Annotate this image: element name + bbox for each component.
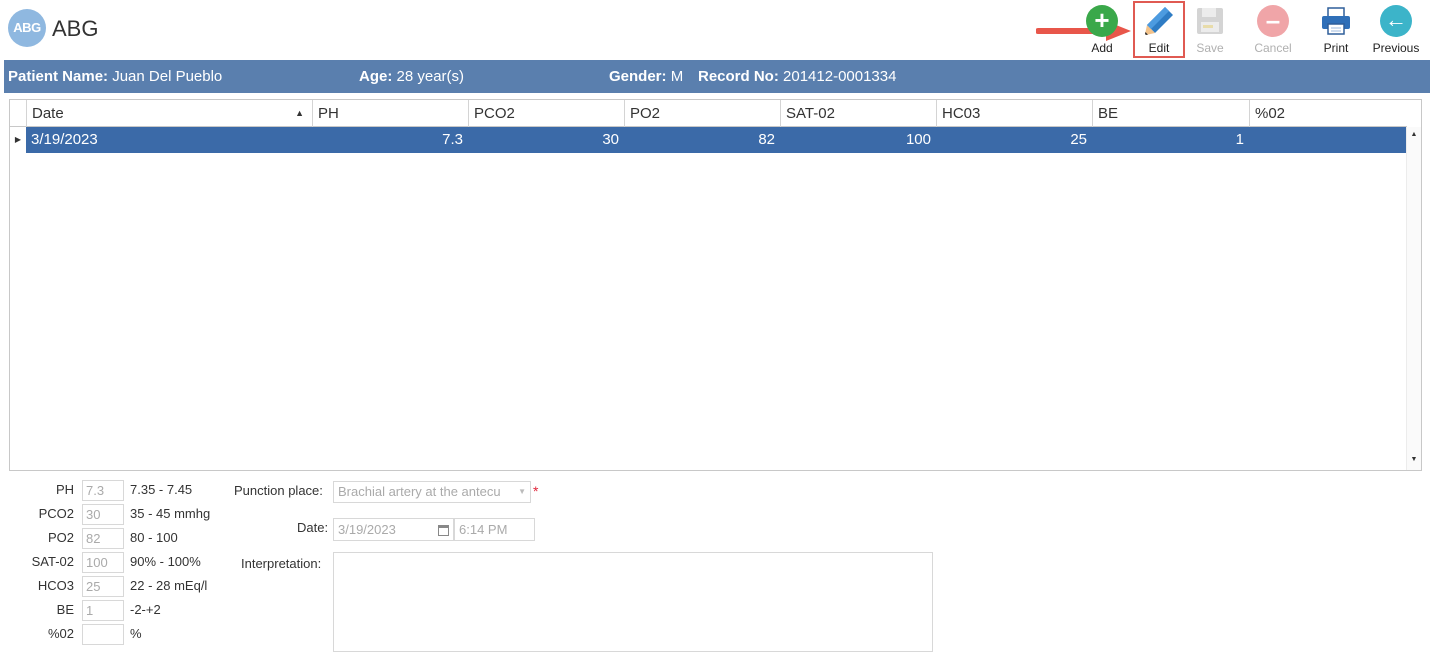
lab-row-ph: PH 7.3 7.35 - 7.45 bbox=[4, 479, 224, 501]
punction-place-value: Brachial artery at the antecu bbox=[338, 484, 501, 499]
patient-info-bar: Patient Name: Juan Del Pueblo Age: 28 ye… bbox=[4, 60, 1430, 93]
punction-place-select[interactable]: Brachial artery at the antecu ▼ bbox=[333, 481, 531, 503]
date-field[interactable]: 3/19/2023 bbox=[333, 518, 454, 541]
interpretation-label: Interpretation: bbox=[241, 556, 322, 571]
arrow-left-icon: ← bbox=[1380, 5, 1412, 37]
hco3-input[interactable]: 25 bbox=[82, 576, 124, 597]
lab-label: PCO2 bbox=[38, 506, 74, 521]
lab-row-hco3: HCO3 25 22 - 28 mEq/l bbox=[4, 575, 224, 597]
be-input[interactable]: 1 bbox=[82, 600, 124, 621]
row-indicator-icon: ▶ bbox=[14, 135, 22, 144]
lab-range: 80 - 100 bbox=[130, 530, 178, 545]
edit-button-label: Edit bbox=[1148, 41, 1170, 55]
column-header-be[interactable]: BE bbox=[1092, 100, 1249, 127]
column-header-ph[interactable]: PH bbox=[312, 100, 468, 127]
cell-pco2: 30 bbox=[602, 131, 619, 148]
patient-age-label: Age: bbox=[359, 68, 393, 85]
print-button-label: Print bbox=[1323, 41, 1349, 55]
previous-button[interactable]: ← Previous bbox=[1368, 3, 1424, 57]
chevron-down-icon: ▼ bbox=[518, 487, 526, 496]
column-header-date[interactable]: Date ▲ bbox=[26, 100, 312, 127]
patient-age: Age: 28 year(s) bbox=[359, 68, 464, 85]
cancel-button[interactable]: – Cancel bbox=[1245, 3, 1301, 57]
ph-input[interactable]: 7.3 bbox=[82, 480, 124, 501]
patient-gender: Gender: M bbox=[609, 68, 683, 85]
selected-row[interactable]: 3/19/2023 7.3 30 82 100 25 1 bbox=[26, 127, 1406, 153]
cell-ph: 7.3 bbox=[442, 131, 463, 148]
lab-label: SAT-02 bbox=[31, 554, 74, 569]
column-header-label: Date bbox=[32, 105, 64, 122]
patient-record: Record No: 201412-0001334 bbox=[698, 68, 896, 85]
lab-range: 7.35 - 7.45 bbox=[130, 482, 193, 497]
add-button[interactable]: + Add bbox=[1074, 3, 1130, 57]
lab-range: -2-+2 bbox=[130, 602, 161, 617]
cell-po2: 82 bbox=[758, 131, 775, 148]
patient-record-value: 201412-0001334 bbox=[783, 68, 897, 85]
cell-be: 1 bbox=[1235, 131, 1244, 148]
scroll-up-icon[interactable]: ▲ bbox=[1409, 131, 1419, 141]
pco2-input[interactable]: 30 bbox=[82, 504, 124, 525]
cell-date: 3/19/2023 bbox=[31, 131, 98, 148]
calendar-icon[interactable] bbox=[438, 525, 449, 536]
patient-age-value: 28 year(s) bbox=[396, 68, 465, 85]
patient-gender-value: M bbox=[670, 68, 684, 85]
lab-label: PH bbox=[55, 482, 74, 497]
cell-sat02: 100 bbox=[905, 131, 931, 148]
required-indicator: * bbox=[533, 483, 539, 499]
cell-o2pct bbox=[1249, 127, 1406, 153]
printer-icon bbox=[1320, 5, 1352, 37]
save-button-label: Save bbox=[1196, 41, 1224, 55]
lab-label: HCO3 bbox=[37, 578, 74, 593]
punction-place-label: Punction place: bbox=[234, 483, 323, 498]
lab-range: 35 - 45 mmhg bbox=[130, 506, 211, 521]
lab-range: % bbox=[130, 626, 142, 641]
lab-row-pco2: PCO2 30 35 - 45 mmhg bbox=[4, 503, 224, 525]
sat02-input[interactable]: 100 bbox=[82, 552, 124, 573]
patient-name-value: Juan Del Pueblo bbox=[112, 68, 223, 85]
add-button-label: Add bbox=[1091, 41, 1113, 55]
lab-range: 22 - 28 mEq/l bbox=[130, 578, 208, 593]
sort-ascending-icon: ▲ bbox=[295, 108, 304, 118]
column-header-pco2[interactable]: PCO2 bbox=[468, 100, 624, 127]
abg-results-grid: Date ▲ PH PCO2 PO2 SAT-02 HC03 BE %02 ▶ … bbox=[9, 99, 1422, 471]
column-header-o2pct[interactable]: %02 bbox=[1249, 100, 1407, 127]
lab-row-o2pct: %02 % bbox=[4, 623, 224, 645]
lab-label: %02 bbox=[47, 626, 74, 641]
lab-row-sat02: SAT-02 100 90% - 100% bbox=[4, 551, 224, 573]
toolbar: + Add Edit Save – Cancel Print ← Previou… bbox=[0, 0, 1430, 58]
edit-button[interactable]: Edit bbox=[1133, 1, 1185, 58]
column-header-po2[interactable]: PO2 bbox=[624, 100, 780, 127]
save-button[interactable]: Save bbox=[1182, 3, 1238, 57]
po2-input[interactable]: 82 bbox=[82, 528, 124, 549]
floppy-disk-icon bbox=[1194, 5, 1226, 37]
date-label: Date: bbox=[297, 520, 329, 535]
scroll-down-icon[interactable]: ▼ bbox=[1409, 456, 1419, 466]
time-field[interactable]: 6:14 PM bbox=[454, 518, 535, 541]
patient-gender-label: Gender: bbox=[609, 68, 667, 85]
pencil-icon bbox=[1143, 5, 1175, 37]
patient-name: Patient Name: Juan Del Pueblo bbox=[8, 68, 222, 85]
table-row[interactable]: ▶ 3/19/2023 7.3 30 82 100 25 1 bbox=[10, 127, 1406, 153]
minus-circle-icon: – bbox=[1257, 5, 1289, 37]
lab-label: BE bbox=[56, 602, 74, 617]
cell-hc03: 25 bbox=[1070, 131, 1087, 148]
add-icon: + bbox=[1086, 5, 1118, 37]
print-button[interactable]: Print bbox=[1308, 3, 1364, 57]
interpretation-textarea[interactable] bbox=[333, 552, 933, 652]
column-header-sat02[interactable]: SAT-02 bbox=[780, 100, 936, 127]
date-value: 3/19/2023 bbox=[338, 522, 396, 537]
o2pct-input[interactable] bbox=[82, 624, 124, 645]
column-header-hc03[interactable]: HC03 bbox=[936, 100, 1092, 127]
vertical-scrollbar[interactable]: ▲ ▼ bbox=[1406, 127, 1421, 470]
patient-name-label: Patient Name: bbox=[8, 68, 109, 85]
lab-row-po2: PO2 82 80 - 100 bbox=[4, 527, 224, 549]
patient-record-label: Record No: bbox=[698, 68, 779, 85]
lab-range: 90% - 100% bbox=[130, 554, 201, 569]
cancel-button-label: Cancel bbox=[1254, 41, 1292, 55]
grid-header: Date ▲ PH PCO2 PO2 SAT-02 HC03 BE %02 bbox=[10, 100, 1407, 127]
lab-label: PO2 bbox=[47, 530, 74, 545]
lab-row-be: BE 1 -2-+2 bbox=[4, 599, 224, 621]
time-value: 6:14 PM bbox=[459, 522, 508, 537]
previous-button-label: Previous bbox=[1372, 41, 1420, 55]
